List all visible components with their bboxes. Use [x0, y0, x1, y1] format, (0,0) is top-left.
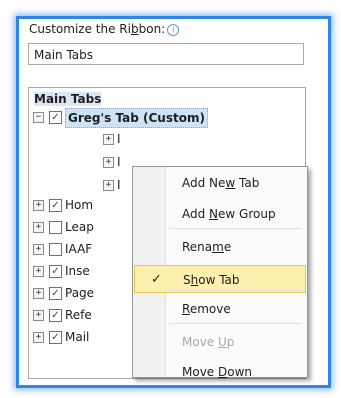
context-menu-item[interactable]: Add New Group: [134, 200, 306, 228]
tree-item-label: Hom: [65, 198, 94, 212]
expand-icon[interactable]: +: [33, 200, 44, 211]
tree-header: Main Tabs: [34, 92, 102, 106]
context-menu: Add New Tab Add New Group Rename ✓ Show Tab R…: [132, 166, 308, 379]
expand-icon[interactable]: +: [103, 180, 114, 191]
collapse-icon[interactable]: −: [33, 112, 44, 123]
checkbox[interactable]: ✓: [49, 309, 62, 322]
checkbox[interactable]: [49, 243, 62, 256]
menu-separator: [169, 290, 301, 291]
context-menu-item[interactable]: Remove: [134, 295, 306, 323]
context-menu-item[interactable]: Add New Tab: [134, 169, 306, 197]
menu-item-label: Move Down: [182, 365, 253, 379]
tree-item-label: Refe: [65, 308, 92, 322]
menu-item-label: Remove: [182, 302, 231, 316]
tree-item-label: Greg's Tab (Custom): [65, 108, 208, 128]
customize-ribbon-label: Customize the Ribbon: i: [29, 22, 180, 36]
context-menu-item[interactable]: Move Up: [134, 328, 306, 356]
expand-icon[interactable]: +: [33, 310, 44, 321]
checkbox[interactable]: ✓: [49, 111, 62, 124]
tree-child-label: I: [117, 178, 121, 192]
expand-icon[interactable]: +: [33, 222, 44, 233]
expand-icon[interactable]: +: [33, 244, 44, 255]
menu-item-label: Add New Tab: [182, 176, 260, 190]
checkbox[interactable]: ✓: [49, 265, 62, 278]
tree-item-label: Leap: [65, 220, 94, 234]
context-menu-item[interactable]: ✓ Show Tab: [134, 265, 306, 293]
tree-item-label: IAAF: [65, 242, 93, 256]
expand-icon[interactable]: +: [103, 157, 114, 168]
checkbox[interactable]: [49, 221, 62, 234]
expand-icon[interactable]: +: [33, 288, 44, 299]
context-menu-item[interactable]: Move Down: [134, 358, 306, 386]
tree-item-label: Inse: [65, 264, 90, 278]
dropdown-value: Main Tabs: [34, 48, 94, 62]
menu-item-label: Rename: [182, 240, 232, 254]
checkmark-icon: ✓: [151, 272, 162, 287]
context-menu-item[interactable]: Rename: [134, 233, 306, 261]
ribbon-tabs-dropdown[interactable]: Main Tabs: [28, 43, 304, 65]
checkbox[interactable]: ✓: [49, 331, 62, 344]
checkbox[interactable]: ✓: [49, 287, 62, 300]
expand-icon[interactable]: +: [33, 266, 44, 277]
checkbox[interactable]: ✓: [49, 199, 62, 212]
expand-icon[interactable]: +: [103, 134, 114, 145]
tree-item-custom-tab[interactable]: − ✓ Greg's Tab (Custom): [33, 108, 293, 128]
menu-item-label: Move Up: [182, 335, 235, 349]
tree-item-label: Mail: [65, 330, 90, 344]
menu-item-label: Add New Group: [182, 207, 276, 221]
expand-icon[interactable]: +: [33, 332, 44, 343]
menu-separator: [169, 228, 301, 229]
tree-item-label: Page: [65, 286, 95, 300]
info-icon[interactable]: i: [167, 24, 180, 36]
tree-child-label: I: [117, 132, 121, 146]
menu-separator: [169, 323, 301, 324]
tree-child-label: I: [117, 155, 121, 169]
